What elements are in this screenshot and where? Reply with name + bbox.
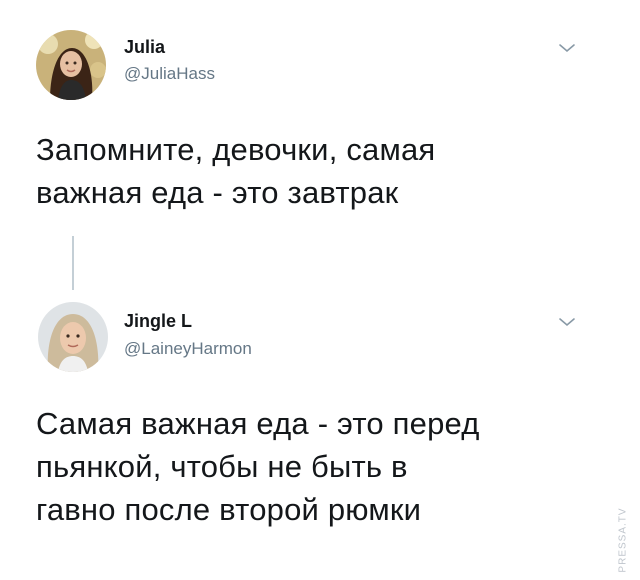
watermark-text: PRESSA.TV	[617, 507, 629, 573]
watermark: PRESSA.TV	[612, 502, 634, 578]
tweet-text: Самая важная еда - это перед пьянкой, чт…	[36, 402, 606, 531]
tweet-text-line: важная еда - это завтрак	[36, 175, 399, 210]
tweet-original: Julia @JuliaHass Запомните, девочки, сам…	[0, 0, 640, 260]
chevron-down-icon[interactable]	[556, 40, 578, 56]
tweet-reply: Jingle L @LaineyHarmon Самая важная еда …	[0, 260, 640, 580]
tweet-text-line: Самая важная еда - это перед	[36, 406, 480, 441]
author-handle[interactable]: @LaineyHarmon	[124, 339, 252, 359]
tweet-text: Запомните, девочки, самая важная еда - э…	[36, 128, 596, 214]
chevron-down-icon[interactable]	[556, 314, 578, 330]
tweet-text-line: Запомните, девочки, самая	[36, 132, 436, 167]
tweet-text-line: пьянкой, чтобы не быть в	[36, 449, 408, 484]
author-name[interactable]: Julia	[124, 37, 165, 58]
avatar[interactable]	[38, 302, 108, 372]
author-name[interactable]: Jingle L	[124, 311, 192, 332]
avatar[interactable]	[36, 30, 106, 100]
tweet-text-line: гавно после второй рюмки	[36, 492, 422, 527]
author-handle[interactable]: @JuliaHass	[124, 64, 215, 84]
